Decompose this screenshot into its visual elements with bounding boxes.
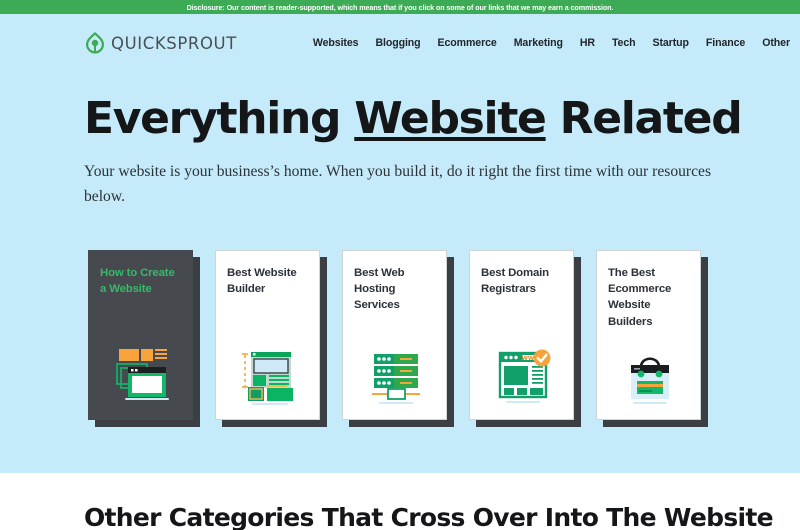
nav-item-finance[interactable]: Finance (706, 37, 745, 49)
card-best-domain-registrars[interactable]: Best Domain Registrars WWW (469, 250, 574, 420)
card-best-website-builder-wrap: Best Website Builder (215, 250, 327, 427)
card-title: Best Domain Registrars (481, 267, 549, 296)
nav-item-hr[interactable]: HR (580, 37, 595, 49)
nav-item-startup[interactable]: Startup (653, 37, 689, 49)
card-how-to-create-a-website[interactable]: How to Create a Website (88, 250, 193, 420)
other-categories-section: Other Categories That Cross Over Into Th… (0, 473, 800, 530)
nav-item-websites[interactable]: Websites (313, 37, 359, 49)
headline-part-before: Everything (84, 93, 355, 144)
card-how-to-create-a-website-wrap: How to Create a Website (88, 250, 200, 427)
nav-item-tech[interactable]: Tech (612, 37, 636, 49)
card-title: The Best Ecommerce Website Builders (608, 267, 672, 328)
card-best-website-builder[interactable]: Best Website Builder (215, 250, 320, 420)
category-card-list: How to Create a Website Best Website Bui… (88, 250, 708, 427)
main-nav: Websites Blogging Ecommerce Marketing HR… (313, 37, 790, 49)
sprout-leaf-icon (84, 32, 106, 54)
hero-subtitle: Your website is your business’s home. Wh… (84, 163, 712, 206)
shopping-bag-icon (597, 329, 700, 407)
card-title: Best Web Hosting Services (354, 267, 405, 312)
disclosure-text: Disclosure: Our content is reader-suppor… (186, 2, 614, 12)
server-rack-icon (343, 329, 446, 407)
card-best-web-hosting-services-wrap: Best Web Hosting Services (342, 250, 454, 427)
card-best-domain-registrars-wrap: Best Domain Registrars WWW (469, 250, 581, 427)
nav-item-ecommerce[interactable]: Ecommerce (438, 37, 497, 49)
page-title: Everything Website Related (84, 93, 743, 144)
nav-item-marketing[interactable]: Marketing (514, 37, 563, 49)
card-best-web-hosting-services[interactable]: Best Web Hosting Services (342, 250, 447, 420)
headline-part-after: Related (545, 93, 743, 144)
browser-windows-icon (89, 329, 192, 407)
logo[interactable]: QUICKSPROUT (84, 32, 237, 54)
site-header: QUICKSPROUT Websites Blogging Ecommerce … (84, 26, 790, 60)
card-best-ecommerce-website-builders[interactable]: The Best Ecommerce Website Builders (596, 250, 701, 420)
page-builder-icon (216, 329, 319, 407)
card-title: Best Website Builder (227, 267, 297, 296)
page-root: Disclosure: Our content is reader-suppor… (0, 0, 800, 530)
logo-text: QUICKSPROUT (111, 33, 237, 53)
card-best-ecommerce-website-builders-wrap: The Best Ecommerce Website Builders (596, 250, 708, 427)
disclosure-banner: Disclosure: Our content is reader-suppor… (0, 0, 800, 14)
headline-highlight: Website (354, 93, 547, 144)
other-categories-heading: Other Categories That Cross Over Into Th… (84, 503, 774, 530)
nav-item-other[interactable]: Other (762, 37, 790, 49)
www-browser-check-icon: WWW (470, 329, 573, 407)
nav-item-blogging[interactable]: Blogging (375, 37, 420, 49)
card-title: How to Create a Website (100, 267, 175, 296)
